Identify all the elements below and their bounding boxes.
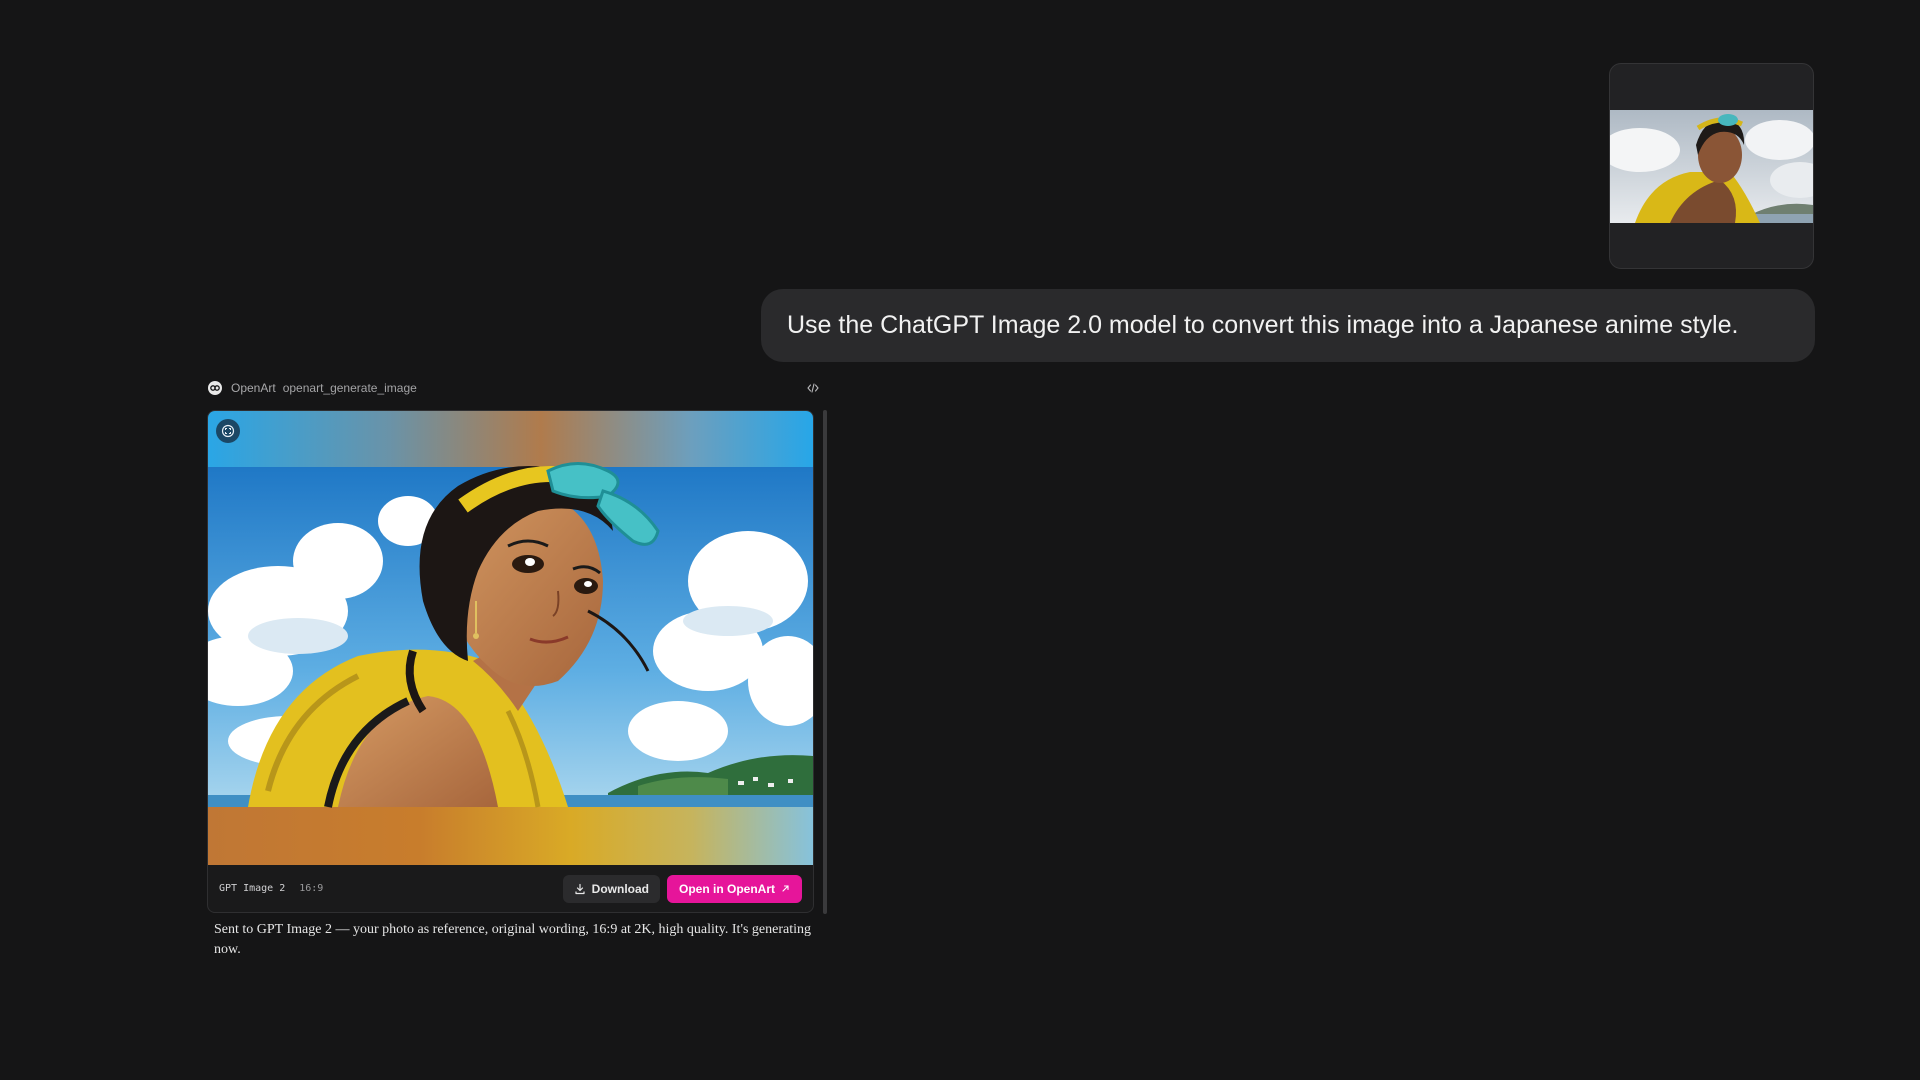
chat-page: Use the ChatGPT Image 2.0 model to conve… <box>0 0 1920 1080</box>
code-icon[interactable] <box>806 381 820 395</box>
download-icon <box>575 883 585 894</box>
tool-function-name: openart_generate_image <box>282 381 417 395</box>
aspect-ratio-label: 16:9 <box>299 883 324 894</box>
tool-call-header: OpenArt openart_generate_image <box>208 380 820 396</box>
user-attached-image[interactable] <box>1609 63 1814 269</box>
open-in-openart-button[interactable]: Open in OpenArt <box>667 874 802 903</box>
user-message-bubble: Use the ChatGPT Image 2.0 model to conve… <box>761 289 1815 362</box>
expand-icon[interactable] <box>216 419 240 443</box>
generated-image-card: GPT Image 2 16:9 Download Open in OpenAr… <box>207 410 814 913</box>
card-footer: GPT Image 2 16:9 Download Open in OpenAr… <box>208 865 813 912</box>
attached-photo-thumbnail[interactable] <box>1610 110 1813 223</box>
generated-image[interactable] <box>208 411 813 865</box>
assistant-message: Sent to GPT Image 2 — your photo as refe… <box>214 922 812 957</box>
download-button[interactable]: Download <box>562 874 660 903</box>
open-in-openart-label: Open in OpenArt <box>679 881 775 896</box>
model-label: GPT Image 2 <box>219 883 286 894</box>
tool-app-name: OpenArt <box>231 381 276 395</box>
openart-logo-icon <box>208 381 222 395</box>
user-message-text: Use the ChatGPT Image 2.0 model to conve… <box>787 311 1739 339</box>
external-link-icon <box>782 885 789 892</box>
card-scrollbar[interactable] <box>823 410 827 914</box>
download-label: Download <box>591 881 649 896</box>
